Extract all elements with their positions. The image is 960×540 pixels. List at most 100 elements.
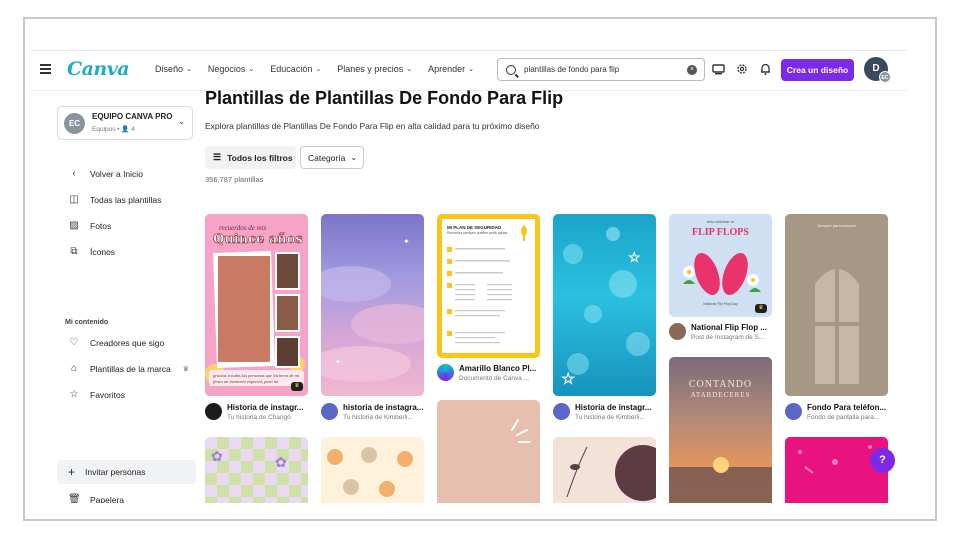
bell-icon[interactable] [760, 63, 771, 75]
sidebar-item-photos[interactable]: ▨ Fotos [68, 220, 111, 231]
canva-app: Canva Diseño ⌄ Negocios ⌄ Educación ⌄ Plane… [31, 50, 907, 503]
search-icon [506, 64, 516, 75]
settings-gear-icon[interactable] [736, 63, 748, 75]
sidebar-item-trash[interactable]: 🗑 Papelera [68, 494, 124, 503]
shapes-icon: ⧉ [70, 246, 78, 257]
canva-logo[interactable]: Canva [67, 58, 130, 80]
template-card[interactable]: CONTANDO ATARDECERES [669, 357, 772, 503]
crown-icon: ♛ [291, 382, 303, 391]
card-title: Historia de instagr... [575, 403, 652, 412]
template-thumbnail: ✦ ✦ [321, 237, 424, 382]
creator-avatar [669, 323, 686, 340]
template-card[interactable] [321, 437, 424, 503]
nav-negocios[interactable]: Negocios ⌄ [208, 64, 254, 74]
template-card[interactable] [437, 400, 540, 503]
crown-icon: ♛ [755, 304, 767, 313]
team-avatar: EC [64, 113, 85, 134]
chevron-down-icon: ⌄ [248, 66, 255, 73]
card-info[interactable]: historia de instagra... Tu historia de Ki… [321, 403, 425, 421]
category-dropdown[interactable]: Categoría ⌄ [300, 146, 364, 169]
all-filters-button[interactable]: ☰ Todos los filtros [205, 146, 296, 169]
card-subtitle: Fondo de pantalla para... [807, 414, 880, 421]
svg-text:✦: ✦ [335, 358, 341, 366]
card-art-main: CONTANDO [688, 379, 753, 390]
team-sub: Equipos • 👤 4 [92, 126, 135, 133]
menu-icon[interactable] [40, 64, 51, 74]
card-info[interactable]: Amarillo Blanco Pl... Documento de Canva … [437, 364, 541, 382]
sidebar: EC EQUIPO CANVA PRO Equipos • 👤 4 ⌄ ‹ Vol… [31, 91, 197, 503]
template-card[interactable]: ✦ ✦ [321, 214, 424, 396]
card-subtitle: Documento de Canva ... [459, 375, 530, 382]
page-subtitle: Explora plantillas de Plantillas De Fond… [205, 121, 540, 131]
template-card[interactable]: recuerdos de mis Quince años gracias a t… [205, 214, 308, 396]
plus-icon: + [68, 465, 76, 479]
chevron-down-icon: ⌄ [350, 153, 358, 162]
nav-diseno[interactable]: Diseño ⌄ [155, 64, 192, 74]
nav-educacion[interactable]: Educación ⌄ [270, 64, 321, 74]
team-name: EQUIPO CANVA PRO [92, 112, 173, 121]
chevron-down-icon: ⌄ [315, 66, 322, 73]
monitor-icon[interactable] [712, 64, 725, 75]
section-my-content: Mi contenido [65, 319, 109, 326]
card-text-bottom: gracias a todas las personas que hiciero… [213, 373, 300, 384]
sidebar-item-icons[interactable]: ⧉ Íconos [68, 246, 115, 257]
main-nav: Diseño ⌄ Negocios ⌄ Educación ⌄ Planes y pr… [155, 64, 490, 74]
card-title: Historia de instagr... [227, 403, 304, 412]
invite-people-button[interactable]: + Invitar personas [57, 460, 196, 484]
card-info[interactable]: Fondo Para teléfon... Fondo de pantalla p… [785, 403, 889, 421]
search-input[interactable]: plantillas de fondo para flip × [497, 58, 705, 81]
svg-text:✿: ✿ [275, 454, 287, 470]
search-value: plantillas de fondo para flip [524, 65, 620, 74]
create-design-button[interactable]: Crea un diseño [781, 59, 854, 81]
card-info[interactable]: Historia de instagr... Tu historia de Cha… [205, 403, 309, 421]
sidebar-item-brand-templates[interactable]: ⌂ Plantillas de la marca ♛ [68, 363, 189, 374]
card-text-main: Quince años [213, 232, 303, 248]
chevron-down-icon: ⌄ [406, 66, 413, 73]
card-subtitle: Tu historia de Changö [227, 414, 291, 421]
card-subtitle: Post de Instagram de S... [691, 334, 765, 341]
sidebar-item-creators[interactable]: ♡ Creadores que sigo [68, 337, 165, 348]
template-card[interactable] [785, 437, 888, 503]
sidebar-item-home[interactable]: ‹ Volver a Inicio [68, 168, 143, 179]
template-thumbnail [798, 445, 872, 474]
team-switcher[interactable]: EC EQUIPO CANVA PRO Equipos • 👤 4 ⌄ [57, 106, 193, 140]
template-card[interactable]: MI PLAN DE SEGURIDAD Recuerda siempre pu… [437, 214, 540, 358]
card-info[interactable]: Historia de instagr... Tu historia de Kim… [553, 403, 657, 421]
templates-icon: ◫ [69, 194, 79, 205]
card-subtitle: Tu historia de Kimberli... [575, 414, 645, 421]
team-badge: EC [879, 71, 891, 83]
card-subtitle: Tu historia de Kimberli... [343, 414, 413, 421]
document-page: MI PLAN DE SEGURIDAD Recuerda siempre pu… [442, 219, 535, 353]
heart-hands-icon: ♡ [69, 337, 79, 348]
svg-text:✿: ✿ [211, 448, 223, 464]
brand-icon: ⌂ [70, 363, 78, 374]
template-thumbnail [785, 214, 888, 396]
template-thumbnail [511, 419, 531, 443]
document-content [447, 225, 527, 344]
user-avatar[interactable]: D EC [864, 57, 891, 83]
chevron-down-icon: ⌄ [186, 66, 192, 73]
sidebar-item-favorites[interactable]: ☆ Favoritos [68, 389, 125, 400]
card-art-top: Siempre para siempre [816, 223, 857, 228]
template-card[interactable]: Siempre para siempre [785, 214, 888, 396]
card-title: National Flip Flop ... [691, 323, 767, 332]
clear-search-icon[interactable]: × [687, 65, 697, 75]
template-card[interactable]: ☆ ☆ [553, 214, 656, 396]
svg-text:✦: ✦ [403, 237, 410, 246]
help-button[interactable]: ? [870, 448, 895, 473]
template-thumbnail: ☆ ☆ [561, 227, 650, 388]
creator-avatar [553, 403, 570, 420]
nav-aprender[interactable]: Aprender ⌄ [428, 64, 474, 74]
trash-icon: 🗑 [68, 494, 81, 503]
crown-icon: ♛ [182, 365, 190, 373]
star-icon: ☆ [69, 389, 79, 400]
card-info[interactable]: National Flip Flop ... Post de Instagram … [669, 323, 773, 341]
sidebar-item-templates[interactable]: ◫ Todas las plantillas [68, 194, 161, 205]
template-card[interactable]: feliz celebrar el FLIP FLOPS National Fl… [669, 214, 772, 317]
chevron-down-icon: ⌄ [178, 117, 185, 126]
photo-icon: ▨ [69, 220, 79, 231]
template-card[interactable]: ✿ ✿ [205, 437, 308, 503]
nav-planes[interactable]: Planes y precios ⌄ [337, 64, 412, 74]
template-card[interactable] [553, 437, 656, 503]
card-title: historia de instagra... [343, 403, 424, 412]
